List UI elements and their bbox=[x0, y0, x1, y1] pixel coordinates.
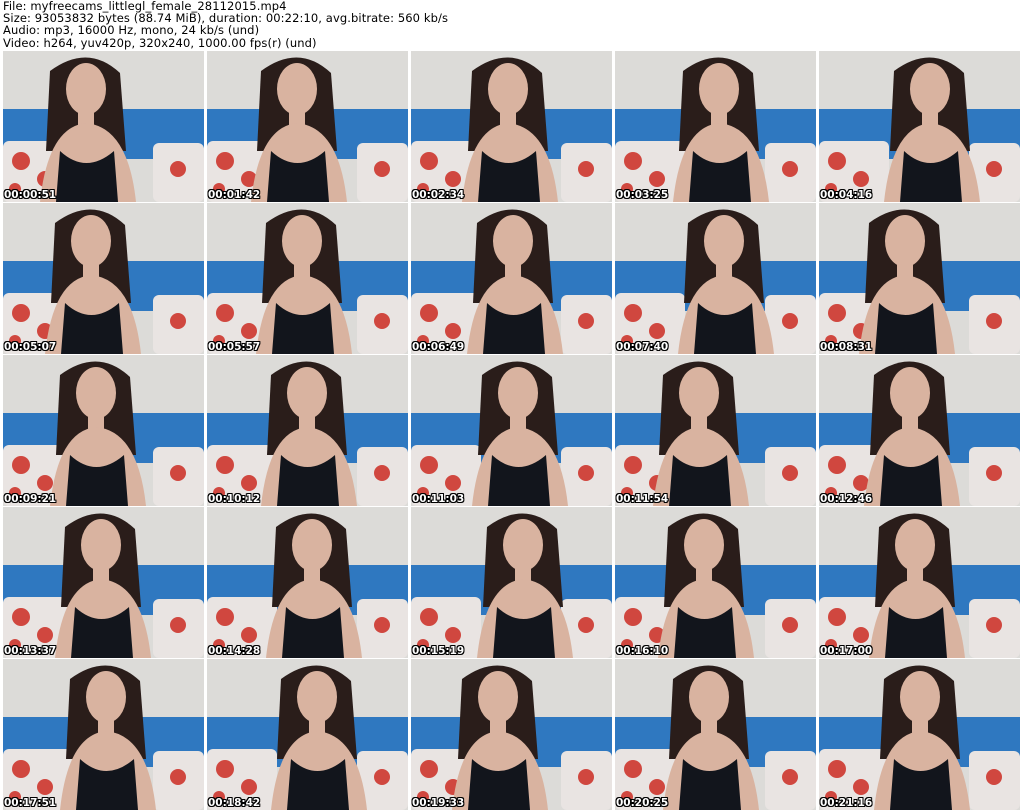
video-thumbnail: 00:00:51 bbox=[3, 51, 204, 202]
video-thumbnail: 00:07:40 bbox=[615, 203, 816, 354]
thumbnail-frame-illustration bbox=[819, 659, 1020, 810]
video-thumbnail: 00:16:10 bbox=[615, 507, 816, 658]
video-thumbnail: 00:21:16 bbox=[819, 659, 1020, 810]
thumbnail-frame-illustration bbox=[615, 507, 816, 658]
thumbnail-timestamp: 00:05:57 bbox=[208, 341, 261, 353]
video-thumbnail: 00:05:07 bbox=[3, 203, 204, 354]
thumbnail-timestamp: 00:16:10 bbox=[616, 645, 669, 657]
audio-info-line: Audio: mp3, 16000 Hz, mono, 24 kb/s (und… bbox=[3, 23, 260, 38]
video-thumbnail: 00:20:25 bbox=[615, 659, 816, 810]
thumbnail-frame-illustration bbox=[411, 507, 612, 658]
video-thumbnail: 00:15:19 bbox=[411, 507, 612, 658]
thumbnail-frame-illustration bbox=[615, 51, 816, 202]
thumbnail-frame-illustration bbox=[819, 203, 1020, 354]
thumbnail-frame-illustration bbox=[3, 51, 204, 202]
thumbnail-timestamp: 00:13:37 bbox=[4, 645, 57, 657]
thumbnail-frame-illustration bbox=[411, 203, 612, 354]
thumbnail-frame-illustration bbox=[411, 51, 612, 202]
video-thumbnail: 00:08:31 bbox=[819, 203, 1020, 354]
video-thumbnail: 00:14:28 bbox=[207, 507, 408, 658]
thumbnail-timestamp: 00:08:31 bbox=[820, 341, 873, 353]
video-thumbnail: 00:17:51 bbox=[3, 659, 204, 810]
thumbnail-grid: 00:00:51 00:01:42 00:02:34 00:03:25 00:04:16… bbox=[3, 51, 1024, 811]
contact-sheet: File: myfreecams_littlegl_female_2811201… bbox=[0, 0, 1024, 811]
thumbnail-frame-illustration bbox=[819, 507, 1020, 658]
thumbnail-timestamp: 00:00:51 bbox=[4, 189, 57, 201]
thumbnail-timestamp: 00:19:33 bbox=[412, 797, 465, 809]
video-thumbnail: 00:09:21 bbox=[3, 355, 204, 506]
thumbnail-timestamp: 00:09:21 bbox=[4, 493, 57, 505]
thumbnail-frame-illustration bbox=[615, 203, 816, 354]
thumbnail-timestamp: 00:03:25 bbox=[616, 189, 669, 201]
thumbnail-frame-illustration bbox=[411, 659, 612, 810]
video-thumbnail: 00:19:33 bbox=[411, 659, 612, 810]
thumbnail-timestamp: 00:17:00 bbox=[820, 645, 873, 657]
file-info-header: File: myfreecams_littlegl_female_2811201… bbox=[3, 0, 448, 49]
video-thumbnail: 00:12:46 bbox=[819, 355, 1020, 506]
video-thumbnail: 00:11:54 bbox=[615, 355, 816, 506]
thumbnail-frame-illustration bbox=[3, 507, 204, 658]
thumbnail-frame-illustration bbox=[819, 51, 1020, 202]
thumbnail-timestamp: 00:11:54 bbox=[616, 493, 669, 505]
video-thumbnail: 00:11:03 bbox=[411, 355, 612, 506]
video-thumbnail: 00:01:42 bbox=[207, 51, 408, 202]
thumbnail-timestamp: 00:10:12 bbox=[208, 493, 261, 505]
thumbnail-frame-illustration bbox=[615, 355, 816, 506]
video-thumbnail: 00:04:16 bbox=[819, 51, 1020, 202]
thumbnail-timestamp: 00:21:16 bbox=[820, 797, 873, 809]
thumbnail-timestamp: 00:17:51 bbox=[4, 797, 57, 809]
video-info-line: Video: h264, yuv420p, 320x240, 1000.00 f… bbox=[3, 35, 317, 50]
thumbnail-timestamp: 00:14:28 bbox=[208, 645, 261, 657]
thumbnail-timestamp: 00:01:42 bbox=[208, 189, 261, 201]
thumbnail-timestamp: 00:04:16 bbox=[820, 189, 873, 201]
thumbnail-frame-illustration bbox=[3, 659, 204, 810]
thumbnail-timestamp: 00:18:42 bbox=[208, 797, 261, 809]
video-thumbnail: 00:03:25 bbox=[615, 51, 816, 202]
thumbnail-frame-illustration bbox=[411, 355, 612, 506]
thumbnail-frame-illustration bbox=[615, 659, 816, 810]
thumbnail-timestamp: 00:11:03 bbox=[412, 493, 465, 505]
video-thumbnail: 00:02:34 bbox=[411, 51, 612, 202]
thumbnail-frame-illustration bbox=[3, 355, 204, 506]
thumbnail-timestamp: 00:06:49 bbox=[412, 341, 465, 353]
video-thumbnail: 00:10:12 bbox=[207, 355, 408, 506]
thumbnail-timestamp: 00:20:25 bbox=[616, 797, 669, 809]
thumbnail-frame-illustration bbox=[207, 51, 408, 202]
video-thumbnail: 00:13:37 bbox=[3, 507, 204, 658]
thumbnail-timestamp: 00:12:46 bbox=[820, 493, 873, 505]
thumbnail-timestamp: 00:02:34 bbox=[412, 189, 465, 201]
thumbnail-frame-illustration bbox=[207, 659, 408, 810]
thumbnail-timestamp: 00:05:07 bbox=[4, 341, 57, 353]
thumbnail-timestamp: 00:15:19 bbox=[412, 645, 465, 657]
video-thumbnail: 00:18:42 bbox=[207, 659, 408, 810]
thumbnail-frame-illustration bbox=[207, 355, 408, 506]
thumbnail-frame-illustration bbox=[819, 355, 1020, 506]
thumbnail-frame-illustration bbox=[3, 203, 204, 354]
thumbnail-frame-illustration bbox=[207, 507, 408, 658]
thumbnail-frame-illustration bbox=[207, 203, 408, 354]
thumbnail-timestamp: 00:07:40 bbox=[616, 341, 669, 353]
video-thumbnail: 00:06:49 bbox=[411, 203, 612, 354]
video-thumbnail: 00:05:57 bbox=[207, 203, 408, 354]
video-thumbnail: 00:17:00 bbox=[819, 507, 1020, 658]
